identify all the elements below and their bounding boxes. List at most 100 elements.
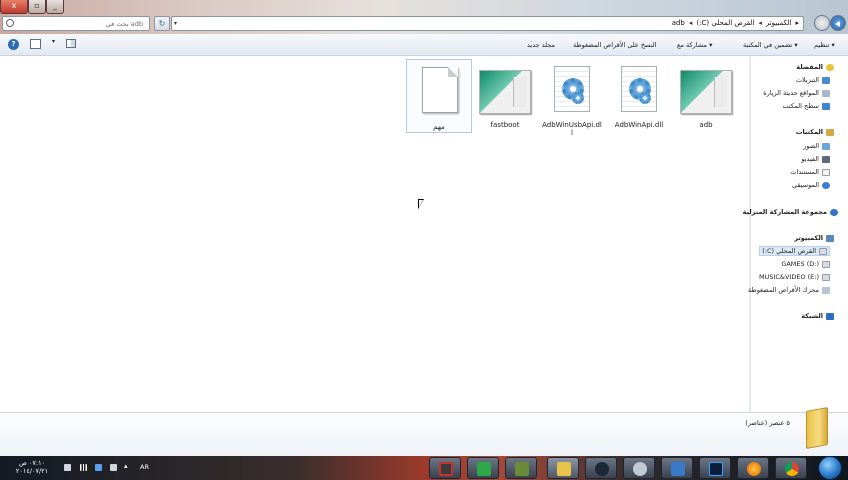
address-bar[interactable]: ▾ ▸ الكمبيوتر ◂ القرص المحلي (C:) ◂ adb: [171, 16, 804, 31]
gear-icon: [639, 92, 651, 104]
videos-icon: [822, 155, 830, 163]
dvd-drive-icon: [822, 286, 830, 294]
file-name: AdbWinUsbApi.dll: [542, 121, 602, 137]
refresh-button[interactable]: ↻: [154, 16, 170, 31]
nav-recent-places[interactable]: المواقع حديثة الزيارة: [763, 89, 830, 97]
nav-label: GAMES (D:): [781, 260, 819, 268]
nav-label: الفيديو: [801, 155, 819, 163]
nav-label: مجموعة المشاركة المنزلية: [742, 208, 827, 216]
nav-homegroup[interactable]: مجموعة المشاركة المنزلية: [743, 208, 838, 216]
nav-favorites[interactable]: المفضلة: [796, 63, 834, 71]
nav-documents[interactable]: المستندات: [790, 168, 830, 176]
nav-drive-c[interactable]: القرص المحلي (C:): [759, 246, 830, 256]
file-list[interactable]: adb AdbWinApi.dll AdbWinUsbApi.dll fastb…: [0, 56, 749, 412]
nav-label: المستندات: [790, 168, 819, 176]
help-icon[interactable]: ?: [8, 39, 19, 50]
desktop-icon: [822, 102, 830, 110]
taskbar-app-chrome[interactable]: [775, 457, 807, 479]
nav-label: سطح المكتب: [782, 102, 819, 110]
nav-libraries[interactable]: المكتبات: [796, 128, 834, 136]
taskbar-app-firefox[interactable]: [737, 457, 769, 479]
back-button[interactable]: [830, 15, 846, 31]
nav-music[interactable]: الموسيقى: [792, 181, 830, 189]
homegroup-icon: [830, 208, 838, 216]
nav-pictures[interactable]: الصور: [803, 142, 830, 150]
address-dropdown-icon[interactable]: ▾: [174, 20, 177, 27]
taskbar-app-generic[interactable]: [623, 457, 655, 479]
computer-icon: [826, 234, 834, 242]
file-item-fastboot[interactable]: fastboot: [475, 62, 535, 132]
breadcrumb: ▸ الكمبيوتر ◂ القرص المحلي (C:) ◂ adb: [672, 19, 799, 27]
preview-pane-icon[interactable]: [30, 39, 41, 49]
file-name: مهم: [433, 123, 445, 131]
change-view-icon[interactable]: [66, 39, 76, 48]
nav-downloads[interactable]: التنزيلات: [796, 76, 830, 84]
breadcrumb-separator-icon[interactable]: ◂: [758, 19, 762, 27]
network-status-icon[interactable]: [80, 464, 87, 471]
nav-drive-e[interactable]: MUSIC&VIDEO (E:): [759, 273, 830, 281]
language-indicator[interactable]: AR: [140, 463, 149, 471]
clock-time: ٠٧:١٠ ص: [18, 459, 46, 467]
maximize-button[interactable]: ▫: [28, 0, 46, 14]
start-button[interactable]: [818, 456, 842, 480]
drive-icon: [822, 260, 830, 268]
app-icon: [671, 462, 685, 476]
pictures-icon: [822, 142, 830, 150]
bluetooth-icon[interactable]: [95, 464, 102, 471]
task-manager-icon: [477, 462, 491, 476]
forward-button[interactable]: [814, 15, 830, 31]
taskbar-app-task-manager[interactable]: [467, 457, 499, 479]
new-folder-button[interactable]: مجلد جديد: [527, 41, 555, 49]
organize-button[interactable]: تنظيم ▾: [814, 41, 835, 49]
nav-label: المفضلة: [796, 63, 823, 71]
drive-icon: [822, 273, 830, 281]
file-item-important[interactable]: مهم: [406, 59, 472, 133]
action-center-icon[interactable]: [64, 464, 71, 471]
text-file-icon: [422, 67, 458, 113]
search-icon: [6, 19, 14, 27]
clock-date: ٢٠١٤/٠٧/٢١: [15, 467, 49, 475]
breadcrumb-computer[interactable]: الكمبيوتر: [766, 19, 792, 27]
recorder-icon: [439, 462, 453, 476]
nav-label: الموسيقى: [791, 181, 819, 189]
taskbar-app-explorer[interactable]: [547, 457, 579, 479]
show-hidden-icons-icon[interactable]: ▴: [124, 462, 131, 470]
share-with-button[interactable]: مشاركة مع ▾: [677, 41, 712, 49]
taskbar-app-media[interactable]: [505, 457, 537, 479]
include-in-library-button[interactable]: تضمين في المكتبة ▾: [743, 41, 798, 49]
music-icon: [822, 181, 830, 189]
taskbar-app-recorder[interactable]: [429, 457, 461, 479]
breadcrumb-drive-c[interactable]: القرص المحلي (C:): [696, 19, 754, 27]
chrome-icon: [785, 462, 799, 476]
nav-label: المواقع حديثة الزيارة: [763, 89, 819, 97]
clock[interactable]: ٠٧:١٠ ص ٢٠١٤/٠٧/٢١: [12, 459, 52, 475]
breadcrumb-separator-icon[interactable]: ◂: [689, 19, 693, 27]
status-bar: ٥ عنصر (عناصر): [0, 407, 848, 456]
media-icon: [515, 462, 529, 476]
file-name: adb: [699, 121, 713, 129]
star-icon: [826, 63, 834, 71]
file-item-adbwinusbapi[interactable]: AdbWinUsbApi.dll: [542, 62, 602, 137]
taskbar-app-generic-2[interactable]: [661, 457, 693, 479]
nav-desktop[interactable]: سطح المكتب: [782, 102, 830, 110]
close-button[interactable]: x: [0, 0, 28, 14]
burn-button[interactable]: النسخ على الأقراص المضغوطة: [573, 41, 657, 49]
nav-dvd-drive[interactable]: محرك الأقراص المضغوطة: [748, 286, 830, 294]
file-item-adbwinapi[interactable]: AdbWinApi.dll: [609, 62, 669, 132]
breadcrumb-lead-icon[interactable]: ▸: [795, 19, 799, 27]
view-dropdown-icon[interactable]: ▾: [52, 38, 55, 45]
file-item-adb[interactable]: adb: [676, 62, 736, 132]
minimize-button[interactable]: _: [46, 0, 64, 14]
nav-videos[interactable]: الفيديو: [801, 155, 830, 163]
breadcrumb-adb[interactable]: adb: [672, 19, 685, 27]
nav-drive-d[interactable]: GAMES (D:): [781, 260, 830, 268]
taskbar-app-steam[interactable]: [585, 457, 617, 479]
taskbar-app-photoshop[interactable]: [699, 457, 731, 479]
firefox-icon: [747, 462, 761, 476]
app-icon: [633, 462, 647, 476]
nav-network[interactable]: الشبكة: [801, 312, 834, 320]
volume-icon[interactable]: [110, 464, 117, 471]
nav-computer[interactable]: الكمبيوتر: [794, 234, 834, 242]
taskbar: ٠٧:١٠ ص ٢٠١٤/٠٧/٢١ ▴ AR: [0, 456, 848, 480]
search-input[interactable]: بحث في adb: [2, 16, 150, 31]
